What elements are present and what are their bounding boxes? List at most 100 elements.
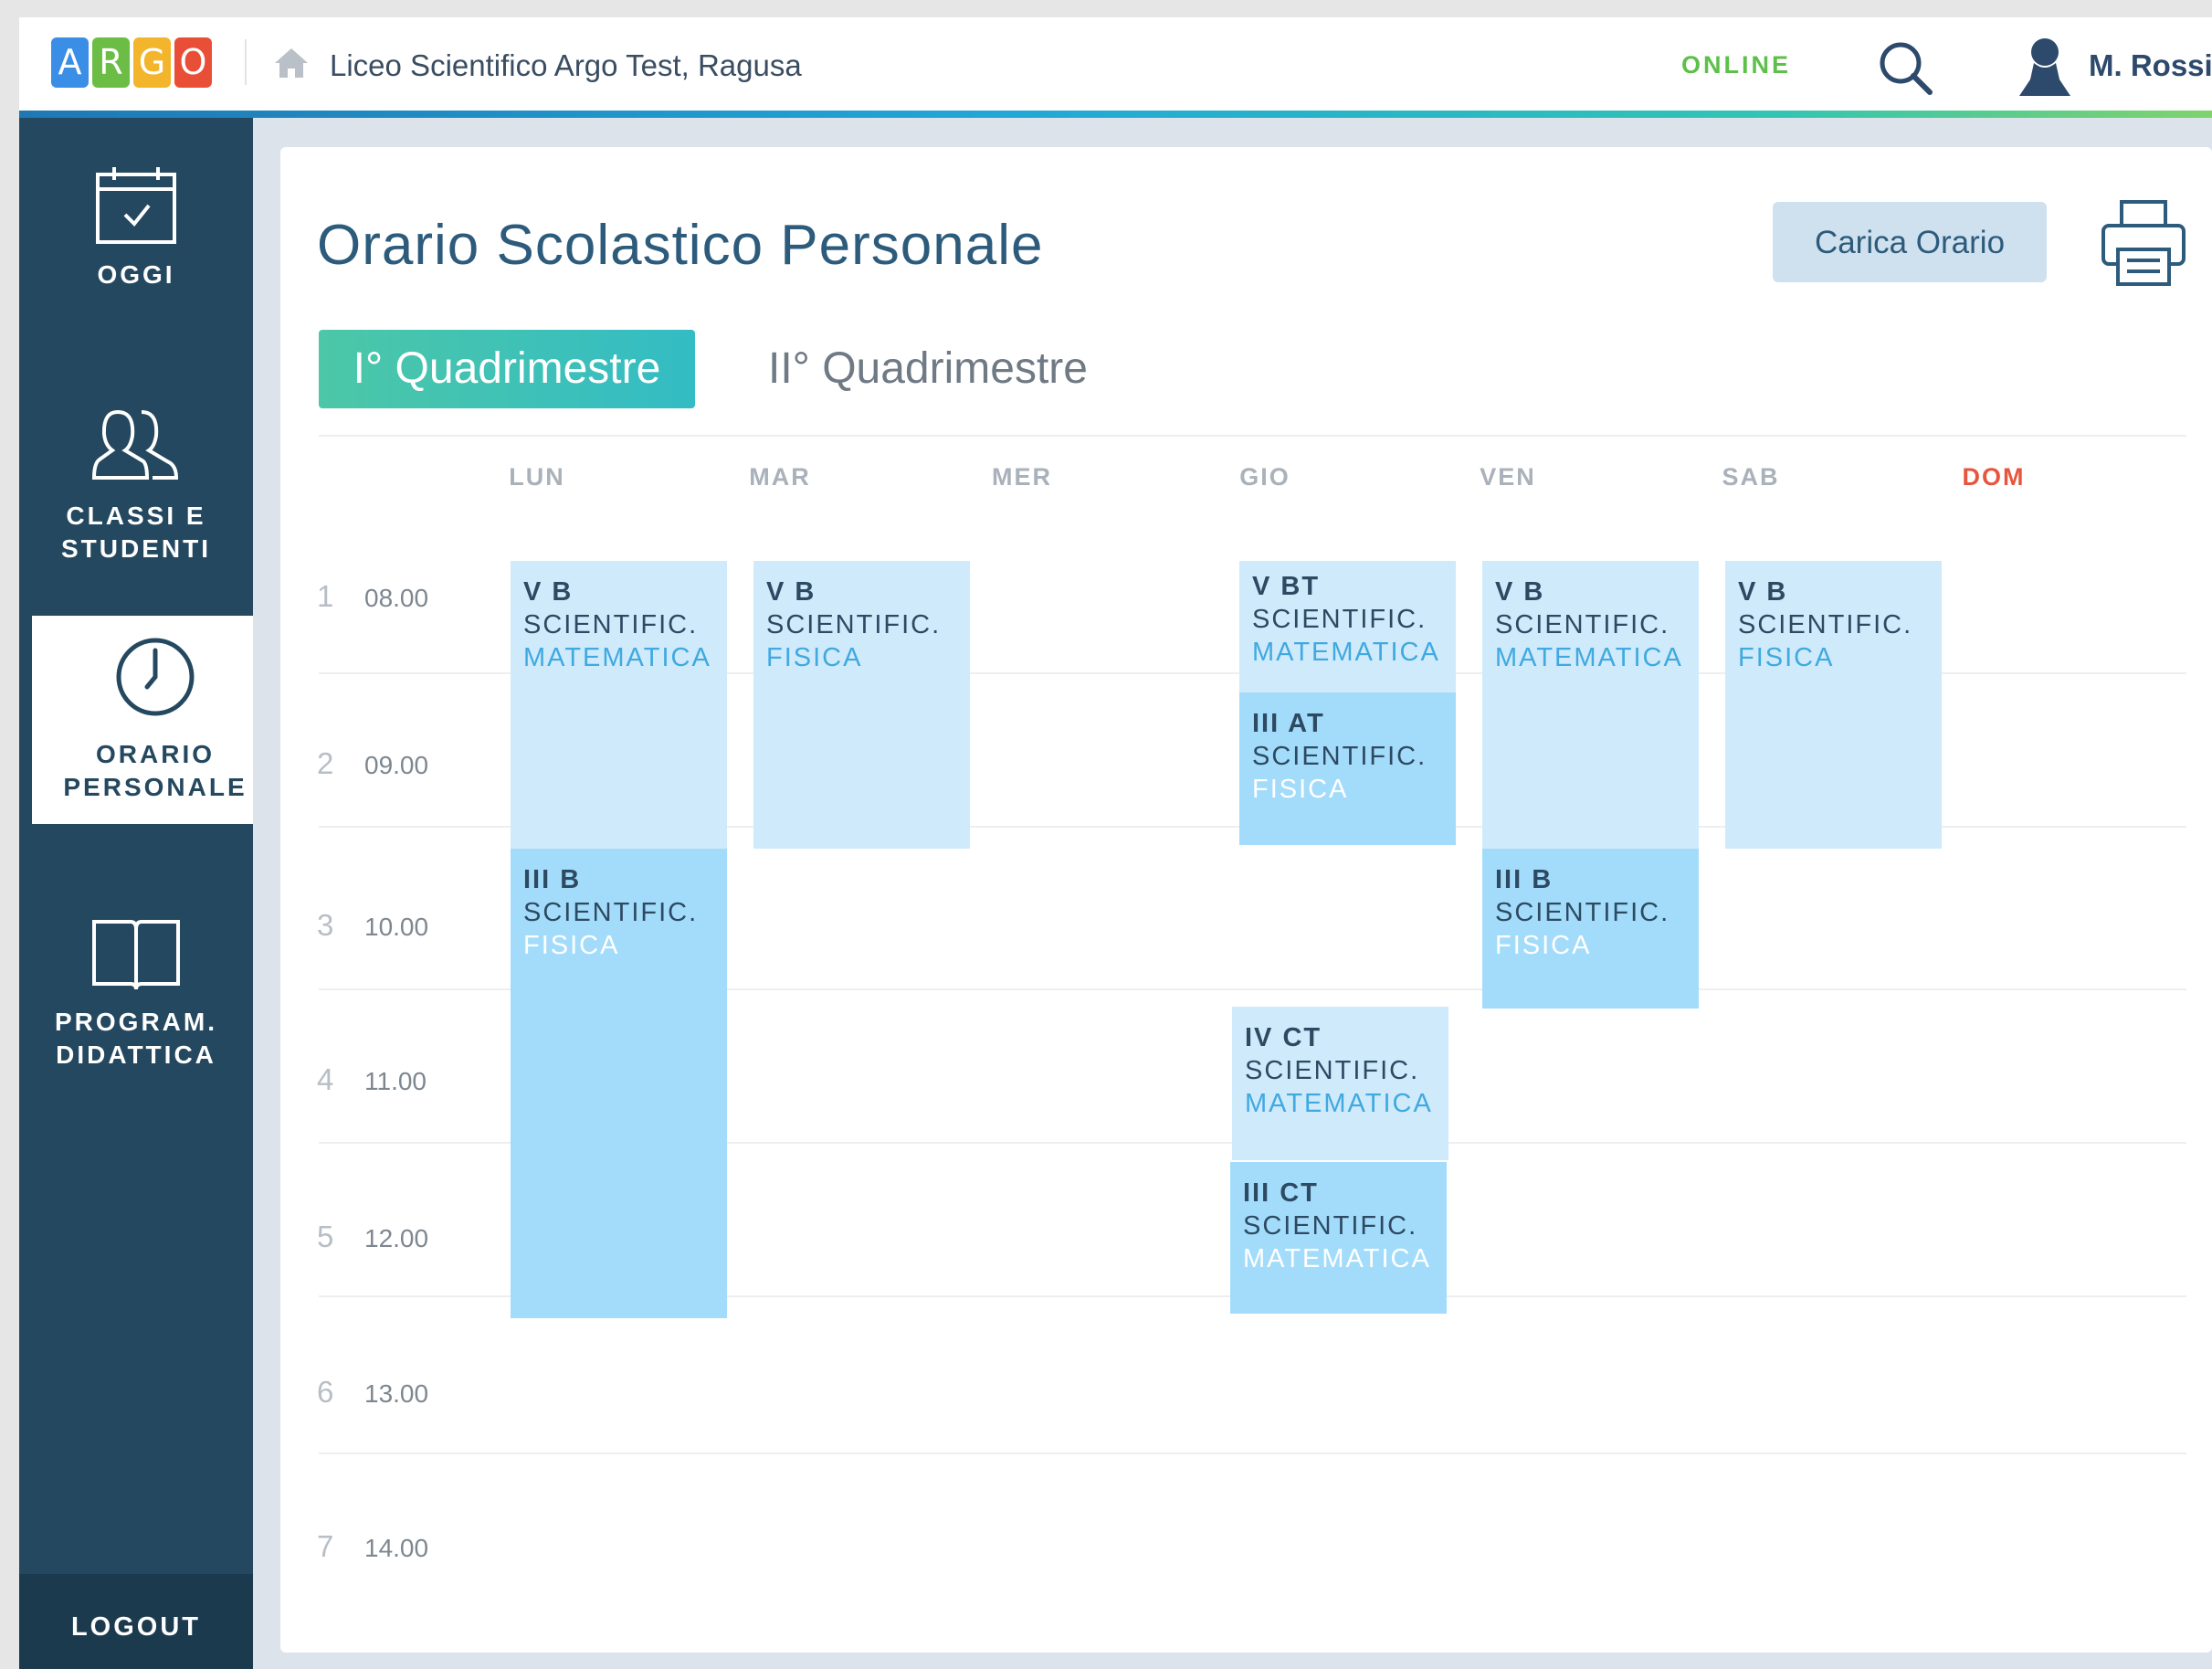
day-header-gio: GIO: [1239, 463, 1290, 491]
lesson-class: III B: [1495, 865, 1554, 894]
lesson-block[interactable]: V B SCIENTIFIC. FISICA: [1725, 561, 1942, 849]
page-title: Orario Scolastico Personale: [317, 214, 1044, 277]
lesson-class: III CT: [1243, 1178, 1319, 1208]
lesson-subject: MATEMATICA: [523, 643, 711, 672]
sidebar-item-label: OGGI: [97, 260, 175, 289]
lesson-block[interactable]: V B SCIENTIFIC. MATEMATICA: [511, 561, 727, 849]
sidebar-item-orario-personale[interactable]: ORARIO PERSONALE: [32, 616, 279, 824]
lesson-subject: FISICA: [1495, 931, 1592, 960]
argo-logo[interactable]: A R G O: [51, 37, 212, 88]
logo-letter: A: [51, 37, 89, 88]
book-icon: [92, 920, 180, 990]
top-bar: A R G O Liceo Scientifico Argo Test, Rag…: [19, 17, 2212, 118]
lesson-school: SCIENTIFIC.: [1243, 1211, 1418, 1241]
hour-time: 14.00: [364, 1534, 429, 1562]
hour-time: 08.00: [364, 584, 429, 612]
day-header-mar: MAR: [749, 463, 811, 491]
user-icon[interactable]: [2017, 36, 2072, 96]
hour-time: 13.00: [364, 1379, 429, 1408]
day-header-sab: SAB: [1722, 463, 1780, 491]
hour-number: 3: [317, 908, 334, 942]
hour-number: 7: [317, 1529, 334, 1563]
hour-time: 09.00: [364, 751, 429, 779]
sidebar-item-label: ORARIO: [96, 740, 215, 768]
users-icon: [91, 409, 179, 480]
lesson-subject: FISICA: [766, 643, 863, 672]
load-schedule-button[interactable]: Carica Orario: [1773, 202, 2047, 282]
print-icon[interactable]: [2100, 198, 2187, 288]
lesson-class: III B: [523, 865, 582, 894]
divider: [319, 435, 2186, 437]
lesson-class: V B: [1738, 577, 1788, 607]
sidebar-item-oggi[interactable]: OGGI: [19, 165, 253, 291]
clock-icon: [116, 638, 195, 716]
hour-time: 10.00: [364, 913, 429, 941]
lesson-class: V BT: [1252, 572, 1321, 601]
lesson-school: SCIENTIFIC.: [1252, 742, 1427, 771]
lesson-school: SCIENTIFIC.: [1495, 610, 1670, 639]
sidebar-item-classi-studenti[interactable]: CLASSI E STUDENTI: [19, 405, 253, 565]
logo-letter: G: [133, 37, 171, 88]
lesson-block[interactable]: III B SCIENTIFIC. FISICA: [511, 849, 727, 1318]
sidebar-item-label: CLASSI E: [66, 502, 206, 530]
sidebar-item-program-didattica[interactable]: PROGRAM. DIDATTICA: [19, 916, 253, 1072]
lesson-school: SCIENTIFIC.: [1495, 898, 1670, 927]
lesson-class: IV CT: [1245, 1023, 1322, 1052]
row-separator: [319, 1452, 2186, 1454]
hour-number: 1: [317, 579, 334, 613]
logo-letter: R: [92, 37, 130, 88]
header-accent-line: [19, 111, 2212, 118]
hour-number: 6: [317, 1375, 334, 1409]
lesson-subject: MATEMATICA: [1245, 1089, 1433, 1118]
lesson-school: SCIENTIFIC.: [1738, 610, 1913, 639]
day-header-lun: LUN: [509, 463, 565, 491]
day-header-dom: DOM: [1962, 463, 2026, 491]
lesson-block[interactable]: V BT SCIENTIFIC. MATEMATICA: [1239, 561, 1456, 692]
lesson-subject: MATEMATICA: [1252, 638, 1440, 667]
lesson-school: SCIENTIFIC.: [1252, 605, 1427, 634]
lesson-class: V B: [523, 577, 574, 607]
hour-time: 11.00: [364, 1067, 427, 1095]
calendar-icon: [96, 167, 176, 244]
lesson-school: SCIENTIFIC.: [1245, 1056, 1420, 1085]
lesson-block[interactable]: III CT SCIENTIFIC. MATEMATICA: [1230, 1162, 1447, 1314]
logout-button[interactable]: LOGOUT: [19, 1574, 253, 1669]
tab-primo-quadrimestre[interactable]: I° Quadrimestre: [319, 330, 695, 408]
hour-number: 4: [317, 1062, 334, 1096]
user-name[interactable]: M. Rossi: [2089, 48, 2212, 83]
lesson-block[interactable]: IV CT SCIENTIFIC. MATEMATICA: [1232, 1007, 1448, 1160]
day-header-ven: VEN: [1480, 463, 1536, 491]
sidebar-item-label: DIDATTICA: [56, 1040, 216, 1069]
lesson-school: SCIENTIFIC.: [766, 610, 942, 639]
hour-number: 5: [317, 1220, 334, 1253]
sidebar-item-label: PROGRAM.: [55, 1008, 217, 1036]
lesson-subject: FISICA: [1738, 643, 1835, 672]
lesson-subject: FISICA: [523, 931, 620, 960]
sidebar: OGGI CLASSI E STUDENTI ORARIO PERSONALE: [19, 118, 279, 1669]
divider: [245, 39, 247, 85]
online-status: ONLINE: [1681, 51, 1792, 79]
hour-number: 2: [317, 746, 334, 780]
lesson-block[interactable]: III AT SCIENTIFIC. FISICA: [1239, 692, 1456, 845]
sidebar-item-label: PERSONALE: [63, 773, 248, 801]
app-window: A R G O Liceo Scientifico Argo Test, Rag…: [19, 17, 2212, 1669]
search-icon[interactable]: [1873, 36, 1937, 100]
lesson-subject: MATEMATICA: [1243, 1244, 1431, 1273]
lesson-school: SCIENTIFIC.: [523, 898, 699, 927]
school-name[interactable]: Liceo Scientifico Argo Test, Ragusa: [330, 48, 802, 83]
lesson-school: SCIENTIFIC.: [523, 610, 699, 639]
logo-letter: O: [174, 37, 212, 88]
home-icon[interactable]: [273, 47, 310, 79]
lesson-block[interactable]: V B SCIENTIFIC. FISICA: [753, 561, 970, 849]
tab-secondo-quadrimestre[interactable]: II° Quadrimestre: [768, 330, 1088, 408]
lesson-block[interactable]: V B SCIENTIFIC. MATEMATICA: [1482, 561, 1699, 849]
lesson-class: V B: [766, 577, 816, 607]
day-header-mer: MER: [992, 463, 1052, 491]
lesson-subject: FISICA: [1252, 775, 1349, 804]
lesson-class: V B: [1495, 577, 1545, 607]
sidebar-item-label: STUDENTI: [61, 534, 211, 563]
lesson-class: III AT: [1252, 709, 1325, 738]
lesson-subject: MATEMATICA: [1495, 643, 1683, 672]
hour-time: 12.00: [364, 1224, 429, 1252]
lesson-block[interactable]: III B SCIENTIFIC. FISICA: [1482, 849, 1699, 1009]
